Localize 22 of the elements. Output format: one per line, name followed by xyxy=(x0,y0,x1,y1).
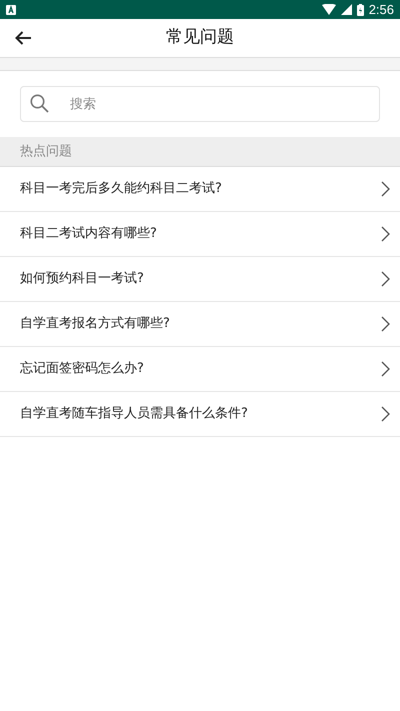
search-field[interactable]: 搜索 xyxy=(20,86,380,122)
chevron-right-icon xyxy=(381,271,390,287)
chevron-right-icon xyxy=(381,316,390,332)
chevron-right-icon xyxy=(381,181,390,197)
chevron-right-icon xyxy=(381,226,390,242)
chevron-right-icon xyxy=(381,406,390,422)
question-item[interactable]: 如何预约科目一考试? xyxy=(0,257,400,302)
question-item[interactable]: 科目一考完后多久能约科目二考试? xyxy=(0,167,400,212)
search-icon xyxy=(30,94,49,113)
question-item[interactable]: 科目二考试内容有哪些? xyxy=(0,212,400,257)
question-item[interactable]: 忘记面签密码怎么办? xyxy=(0,347,400,392)
signal-icon xyxy=(340,4,352,15)
question-item[interactable]: 自学直考随车指导人员需具备什么条件? xyxy=(0,392,400,437)
status-time: 2:56 xyxy=(368,0,394,19)
back-arrow-icon[interactable] xyxy=(15,31,32,45)
notification-icon xyxy=(6,4,16,14)
section-heading: 热点问题 xyxy=(20,142,72,161)
chevron-right-icon xyxy=(381,361,390,377)
wifi-icon xyxy=(322,4,336,15)
battery-icon xyxy=(356,4,364,16)
page-title: 常见问题 xyxy=(166,26,234,50)
question-item[interactable]: 自学直考报名方式有哪些? xyxy=(0,302,400,347)
